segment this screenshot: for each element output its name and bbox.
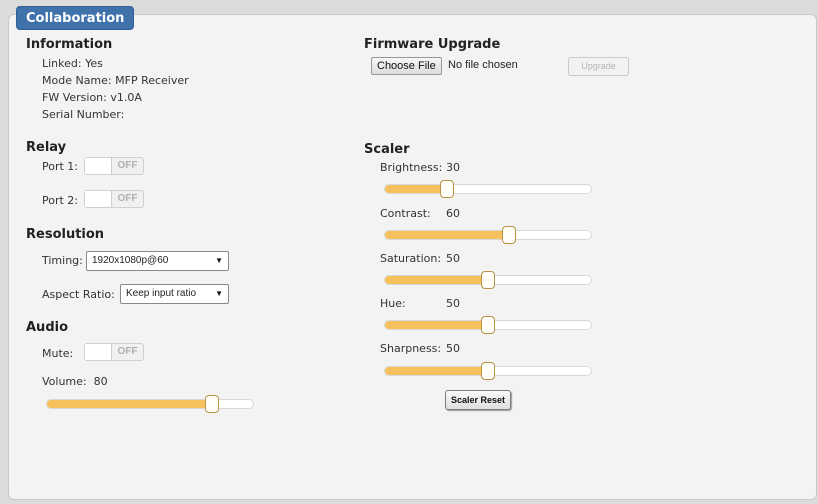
sharpness-value: 50 <box>446 342 460 355</box>
saturation-label: Saturation: <box>380 252 442 265</box>
slider-handle[interactable] <box>481 271 495 289</box>
slider-fill <box>385 321 488 329</box>
volume-label: Volume: 80 <box>42 375 108 388</box>
aspect-ratio-select[interactable]: Keep input ratio ▼ <box>120 284 229 304</box>
toggle-state: OFF <box>117 193 138 204</box>
port1-toggle[interactable]: OFF <box>84 157 144 175</box>
scaler-heading: Scaler <box>364 142 410 157</box>
resolution-heading: Resolution <box>26 227 105 242</box>
port1-label: Port 1: <box>42 160 79 173</box>
saturation-slider[interactable] <box>384 271 592 289</box>
information-heading: Information <box>26 37 113 52</box>
hue-value: 50 <box>446 297 460 310</box>
slider-handle[interactable] <box>204 395 219 413</box>
sharpness-label: Sharpness: <box>380 342 442 355</box>
fw-version: FW Version: v1.0A <box>42 91 142 104</box>
mute-toggle[interactable]: OFF <box>84 343 144 361</box>
brightness-value: 30 <box>446 161 460 174</box>
aspect-ratio-label: Aspect Ratio: <box>42 288 115 301</box>
volume-value: 80 <box>93 375 108 388</box>
contrast-value: 60 <box>446 207 460 220</box>
relay-heading: Relay <box>26 140 67 155</box>
hue-slider[interactable] <box>384 316 592 334</box>
serial-number: Serial Number: <box>42 108 125 121</box>
slider-fill <box>385 276 488 284</box>
toggle-state: OFF <box>117 346 138 357</box>
audio-heading: Audio <box>26 320 69 335</box>
choose-file-button[interactable]: Choose File <box>371 57 442 75</box>
mode-name: Mode Name: MFP Receiver <box>42 74 189 87</box>
toggle-knob <box>85 158 112 174</box>
hue-label: Hue: <box>380 297 406 310</box>
slider-fill <box>385 231 509 239</box>
timing-select[interactable]: 1920x1080p@60 ▼ <box>86 251 229 271</box>
scaler-reset-button[interactable]: Scaler Reset <box>445 390 511 410</box>
saturation-value: 50 <box>446 252 460 265</box>
sharpness-slider[interactable] <box>384 362 592 380</box>
slider-fill <box>47 400 212 408</box>
mute-label: Mute: <box>42 347 74 360</box>
toggle-knob <box>85 191 112 207</box>
slider-handle[interactable] <box>501 226 516 244</box>
port2-label: Port 2: <box>42 194 79 207</box>
slider-handle[interactable] <box>439 180 454 198</box>
firmware-heading: Firmware Upgrade <box>364 37 501 52</box>
timing-value: 1920x1080p@60 <box>92 255 169 266</box>
brightness-slider[interactable] <box>384 180 592 198</box>
aspect-ratio-value: Keep input ratio <box>126 288 197 299</box>
slider-handle[interactable] <box>481 362 495 380</box>
no-file-text: No file chosen <box>448 59 518 71</box>
slider-handle[interactable] <box>481 316 495 334</box>
toggle-knob <box>85 344 112 360</box>
port2-toggle[interactable]: OFF <box>84 190 144 208</box>
brightness-label: Brightness: <box>380 161 443 174</box>
chevron-down-icon: ▼ <box>215 289 223 298</box>
contrast-slider[interactable] <box>384 226 592 244</box>
toggle-state: OFF <box>117 160 138 171</box>
slider-fill <box>385 367 488 375</box>
linked-status: Linked: Yes <box>42 57 103 70</box>
slider-fill <box>385 185 447 193</box>
upgrade-button[interactable]: Upgrade <box>568 57 629 76</box>
tab-collaboration[interactable]: Collaboration <box>16 6 135 30</box>
contrast-label: Contrast: <box>380 207 431 220</box>
chevron-down-icon: ▼ <box>215 256 223 265</box>
volume-slider[interactable] <box>46 395 254 413</box>
timing-label: Timing: <box>42 254 83 267</box>
